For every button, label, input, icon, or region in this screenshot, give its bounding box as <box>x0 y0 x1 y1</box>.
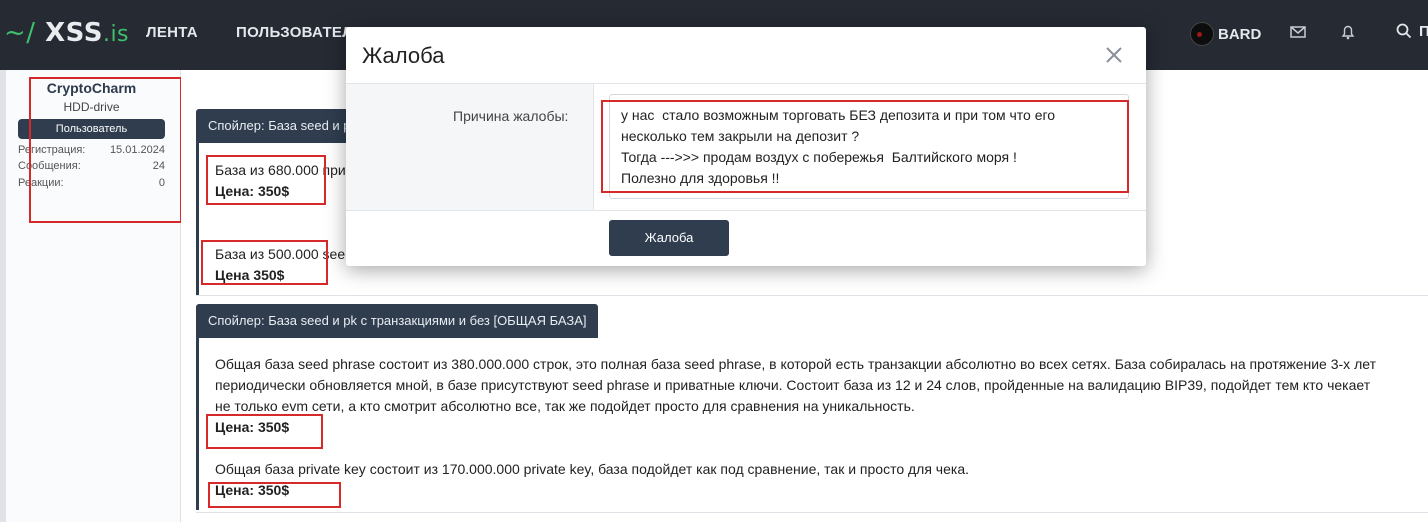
nav-user-menu[interactable]: BARD <box>1190 22 1261 46</box>
highlight-box-price4 <box>208 482 341 508</box>
reason-label: Причина жалобы: <box>453 108 569 124</box>
avatar <box>1190 22 1214 46</box>
submit-report-button[interactable]: Жалоба <box>609 220 729 256</box>
bell-icon[interactable] <box>1338 22 1360 44</box>
nav-search-label: П <box>1419 22 1428 40</box>
divider <box>196 295 1428 296</box>
modal-separator <box>346 210 1146 211</box>
private-key-text: Общая база private key состоит из 170.00… <box>215 461 969 477</box>
highlight-box-price3 <box>206 414 323 449</box>
close-icon[interactable] <box>1104 45 1124 65</box>
mail-icon[interactable] <box>1288 22 1310 44</box>
logo-main: XSS <box>45 18 103 48</box>
highlight-box-author <box>29 77 182 223</box>
search-icon <box>1396 23 1412 39</box>
nav-item-feed[interactable]: ЛЕНТА <box>146 24 198 41</box>
form-label-column <box>346 84 594 210</box>
divider <box>196 512 1428 513</box>
left-strip <box>0 70 6 522</box>
nav-item-users[interactable]: ПОЛЬЗОВАТЕЛ <box>236 24 353 41</box>
modal-title: Жалоба <box>362 43 445 68</box>
logo-suffix: .is <box>102 22 130 47</box>
nav-search[interactable]: П <box>1395 22 1428 40</box>
spoiler-button-1[interactable]: Спойлер: База seed и р <box>196 109 363 143</box>
desc-line-3: не только evm сети, а кто смотрит абсолю… <box>215 398 915 414</box>
desc-line-2: периодически обновляется мной, в базе пр… <box>215 377 1371 393</box>
highlight-box-reason <box>601 100 1129 193</box>
highlight-box-price1 <box>206 155 326 205</box>
highlight-box-price2 <box>201 240 328 285</box>
nav-username: BARD <box>1218 25 1262 43</box>
spoiler-button-2[interactable]: Спойлер: База seed и pk с транзакциями и… <box>196 304 599 338</box>
desc-line-1: Общая база seed phrase состоит из 380.00… <box>215 356 1376 372</box>
logo-prefix: ~/ <box>4 18 36 48</box>
site-logo[interactable]: ~/ XSS.is <box>4 18 129 48</box>
